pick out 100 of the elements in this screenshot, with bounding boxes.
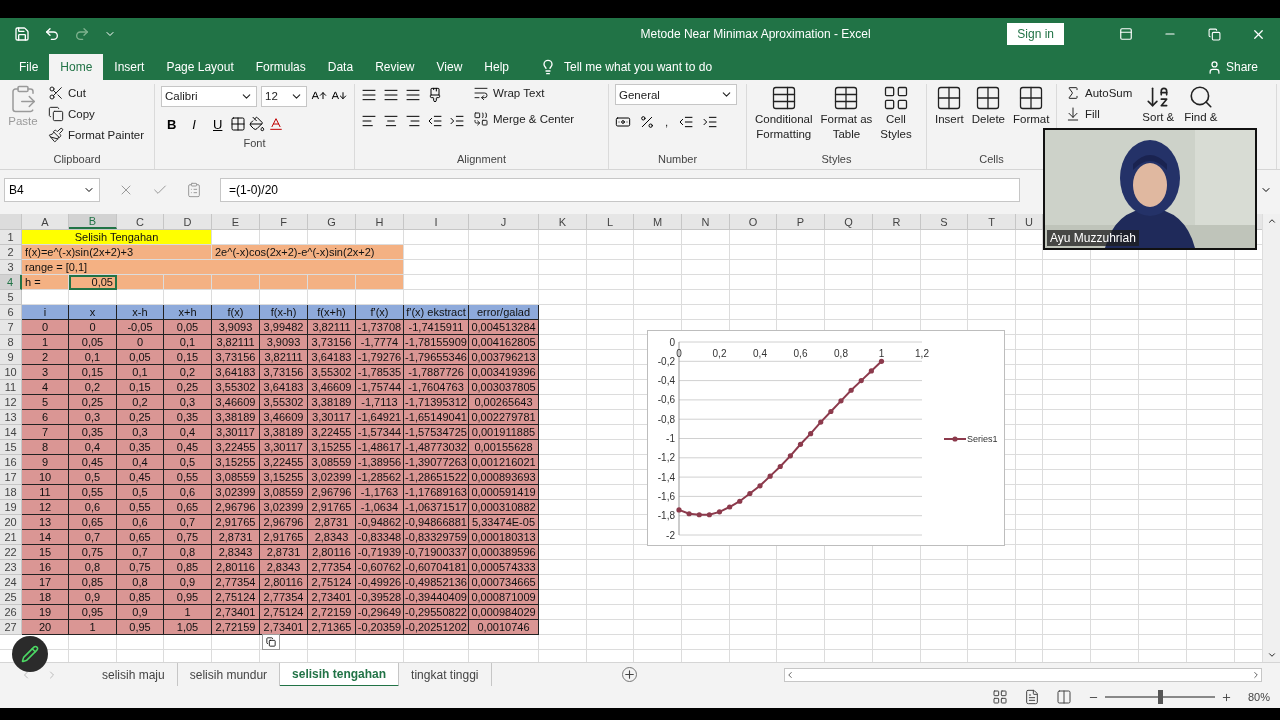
table-cell[interactable]: 3,55302 (308, 365, 356, 380)
table-cell[interactable]: 1 (22, 335, 69, 350)
column-heading[interactable]: x-h (117, 305, 164, 320)
table-cell[interactable]: 0,000984029 (469, 605, 539, 620)
table-cell[interactable]: 3,9093 (212, 320, 260, 335)
table-cell[interactable]: 3,64183 (308, 350, 356, 365)
row-header[interactable]: 27 (0, 620, 22, 635)
row-header[interactable]: 1 (0, 230, 22, 245)
ribbon-tab[interactable]: Home (49, 54, 104, 80)
table-cell[interactable]: -0,94862 (356, 515, 404, 530)
table-cell[interactable]: 0,75 (164, 530, 212, 545)
table-cell[interactable]: 0,75 (69, 545, 117, 560)
paste-options-icon[interactable] (262, 634, 280, 650)
table-cell[interactable]: 2,8731 (260, 545, 308, 560)
table-cell[interactable]: 3,22455 (308, 425, 356, 440)
table-cell[interactable]: 0,05 (69, 335, 117, 350)
table-cell[interactable]: 3,22455 (260, 455, 308, 470)
table-cell[interactable]: 3,82111 (260, 350, 308, 365)
table-cell[interactable]: 6 (22, 410, 69, 425)
row-header[interactable]: 17 (0, 470, 22, 485)
table-cell[interactable]: 2,80116 (308, 545, 356, 560)
editing-button[interactable]: Sort & (1140, 84, 1177, 125)
cells-button[interactable]: Delete (969, 84, 1007, 153)
table-cell[interactable]: 0,85 (117, 590, 164, 605)
table-cell[interactable]: 2,96796 (308, 485, 356, 500)
table-cell[interactable]: 0,05 (117, 350, 164, 365)
table-cell[interactable]: 0,003419396 (469, 365, 539, 380)
table-cell[interactable]: 0,000893693 (469, 470, 539, 485)
sign-in-button[interactable]: Sign in (1007, 23, 1064, 45)
table-cell[interactable]: -1,65149041 (404, 410, 469, 425)
text-style-button[interactable]: B (161, 115, 181, 133)
table-cell[interactable]: -1,7887726 (404, 365, 469, 380)
table-cell[interactable]: 20 (22, 620, 69, 635)
column-heading[interactable]: error/galad (469, 305, 539, 320)
column-heading[interactable]: f(x-h) (260, 305, 308, 320)
table-cell[interactable]: 0,7 (164, 515, 212, 530)
table-cell[interactable]: 0,001911885 (469, 425, 539, 440)
table-cell[interactable]: 0,6 (117, 515, 164, 530)
copy-button[interactable]: Copy (46, 105, 147, 123)
table-cell[interactable]: 0,4 (117, 455, 164, 470)
table-cell[interactable]: 2,75124 (308, 575, 356, 590)
cut-button[interactable]: Cut (46, 84, 147, 102)
font-size-field[interactable]: 12 (261, 85, 307, 107)
table-cell[interactable]: 3,22455 (212, 440, 260, 455)
table-cell[interactable]: 0,2 (117, 395, 164, 410)
table-cell[interactable]: 2,91765 (212, 515, 260, 530)
table-cell[interactable]: -0,49926 (356, 575, 404, 590)
text-style-button[interactable]: I (184, 115, 204, 133)
ribbon-display-icon[interactable] (1119, 27, 1133, 41)
row-header[interactable]: 9 (0, 350, 22, 365)
table-cell[interactable]: 0,9 (69, 590, 117, 605)
share-button[interactable]: Share (1200, 54, 1264, 80)
table-cell[interactable]: 0,9 (117, 605, 164, 620)
table-cell[interactable]: -1,1763 (356, 485, 404, 500)
styles-button[interactable]: Cell Styles (878, 84, 914, 153)
table-cell[interactable]: 2,8343 (260, 560, 308, 575)
table-cell[interactable]: range = [0,1] (22, 260, 404, 275)
restore-icon[interactable] (1207, 27, 1221, 41)
table-cell[interactable]: 11 (22, 485, 69, 500)
table-cell[interactable]: 2,75124 (212, 590, 260, 605)
table-cell[interactable]: 0,4 (164, 425, 212, 440)
table-cell[interactable]: 3,08559 (212, 470, 260, 485)
table-cell[interactable]: 0,6 (164, 485, 212, 500)
table-cell[interactable]: 2,72159 (212, 620, 260, 635)
table-cell[interactable]: 3,46609 (260, 410, 308, 425)
table-cell[interactable]: 0,5 (164, 455, 212, 470)
table-cell[interactable]: 2,96796 (212, 500, 260, 515)
table-cell[interactable]: 3,30117 (308, 410, 356, 425)
table-cell[interactable]: 1,05 (164, 620, 212, 635)
table-cell[interactable]: -1,71395312 (404, 395, 469, 410)
table-cell[interactable]: 0,35 (164, 410, 212, 425)
table-cell[interactable]: -1,06371517 (404, 500, 469, 515)
table-cell[interactable]: 2,72159 (308, 605, 356, 620)
table-cell[interactable]: 0,003796213 (469, 350, 539, 365)
vertical-scrollbar[interactable] (1262, 214, 1280, 662)
table-cell[interactable]: 3,02399 (308, 470, 356, 485)
row-header[interactable]: 26 (0, 605, 22, 620)
table-cell[interactable]: 1 (164, 605, 212, 620)
column-header[interactable]: B (69, 214, 117, 229)
table-cell[interactable]: -0,71900337 (404, 545, 469, 560)
table-cell[interactable]: 0,15 (117, 380, 164, 395)
table-cell[interactable]: 0,00265643 (469, 395, 539, 410)
table-cell[interactable]: 0,55 (164, 470, 212, 485)
table-cell[interactable]: 3,99482 (260, 320, 308, 335)
editing-button[interactable]: Find & (1182, 84, 1220, 125)
table-cell[interactable]: 0,004513284 (469, 320, 539, 335)
table-cell[interactable]: -0,20251202 (404, 620, 469, 635)
table-cell[interactable]: 2,91765 (260, 530, 308, 545)
line-chart[interactable]: 0 -0,2 -0,4 -0,6 -0,8 -1 -1,2 -1,4 -1,6 -1,8 -2 0 0,2 0,4 0,6 0,8 1 1,2 Series1 (647, 330, 1005, 546)
ribbon-tab[interactable]: View (425, 54, 474, 80)
table-cell[interactable]: 0,85 (164, 560, 212, 575)
table-cell[interactable]: -1,7415911 (404, 320, 469, 335)
table-cell[interactable]: 0,7 (69, 530, 117, 545)
zoom-thumb[interactable] (1157, 690, 1163, 704)
table-cell[interactable]: 0,6 (69, 500, 117, 515)
table-cell[interactable]: 2,80116 (260, 575, 308, 590)
table-cell[interactable]: 3,15255 (212, 455, 260, 470)
table-cell[interactable]: 2,71365 (308, 620, 356, 635)
table-cell[interactable]: 2,77354 (212, 575, 260, 590)
table-cell[interactable]: 0,7 (117, 545, 164, 560)
